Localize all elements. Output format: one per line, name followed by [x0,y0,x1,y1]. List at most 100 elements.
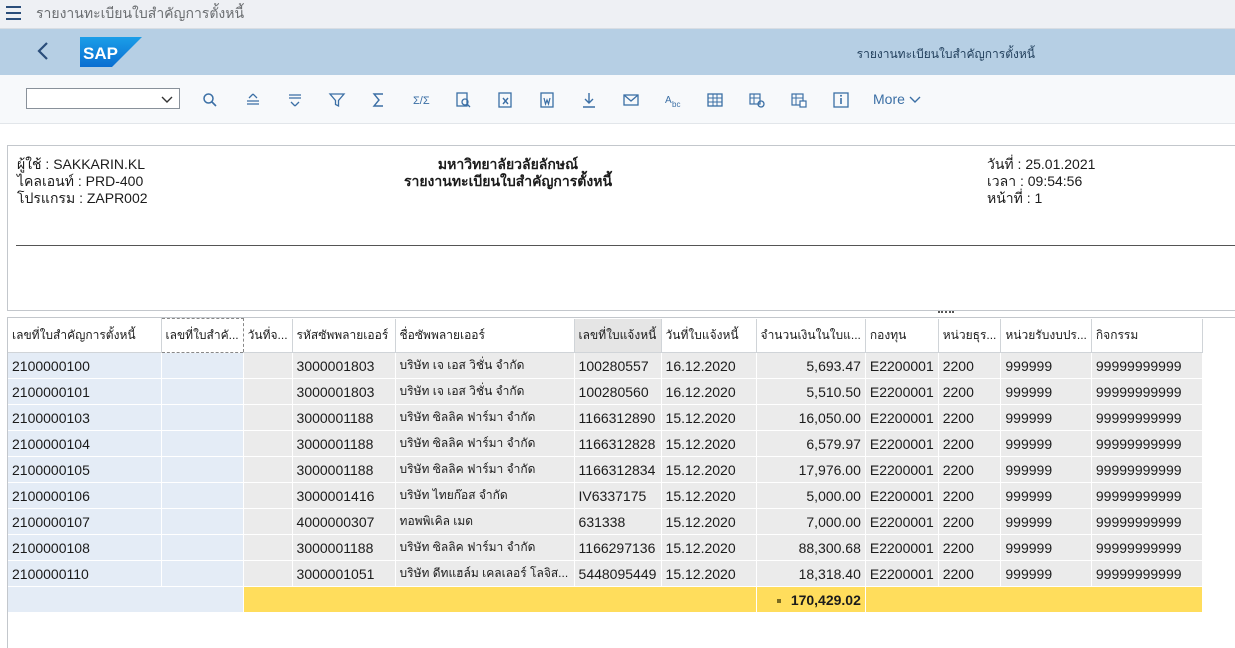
info-icon[interactable] [831,90,851,110]
table-cell[interactable]: E2200001 [865,482,939,509]
table-cell[interactable]: 16.12.2020 [661,352,757,379]
table-cell[interactable]: E2200001 [865,456,939,483]
table-cell[interactable]: 2100000105 [8,456,162,483]
table-cell[interactable]: 5,000.00 [756,482,866,509]
table-row[interactable]: 2100000108 3000001188 บริษัท ซิลลิค ฟาร์มา… [8,534,1203,561]
column-header[interactable]: เลขที่ใบสำคัญการตั้งหนี้ [8,318,162,353]
table-cell[interactable]: 2100000101 [8,378,162,405]
table-cell[interactable]: 5,510.50 [756,378,866,405]
table-row[interactable]: 2100000110 3000001051 บริษัท ดีทแฮล์ม เคลเ… [8,560,1203,587]
table-cell[interactable]: 6,579.97 [756,430,866,457]
table-cell[interactable]: 99999999999 [1091,560,1203,587]
column-header[interactable]: เลขที่ใบแจ้งหนี้ [574,318,662,353]
table-cell[interactable]: บริษัท เจ เอส วิชั่น จำกัด [395,352,575,379]
filter-icon[interactable] [327,90,347,110]
column-header[interactable]: กองทุน [865,318,939,353]
table-cell[interactable]: 3000001188 [292,456,396,483]
table-cell[interactable]: E2200001 [865,404,939,431]
table-cell[interactable] [161,534,244,561]
table-row[interactable]: 2100000107 4000000307 ทอพพิเคิล เมด 631338 1… [8,508,1203,535]
table-cell[interactable]: 2100000104 [8,430,162,457]
sort-descending-icon[interactable] [285,90,305,110]
table-cell[interactable]: 3000001803 [292,352,396,379]
save-layout-icon[interactable] [789,90,809,110]
menu-icon[interactable] [6,6,21,24]
table-cell[interactable]: 2200 [938,456,1002,483]
table-cell[interactable]: 88,300.68 [756,534,866,561]
table-cell[interactable] [243,508,293,535]
table-cell[interactable]: 15.12.2020 [661,508,757,535]
table-cell[interactable]: 99999999999 [1091,456,1203,483]
table-cell[interactable]: 1166297136 [574,534,662,561]
table-cell[interactable]: 3000001188 [292,404,396,431]
table-cell[interactable]: 99999999999 [1091,482,1203,509]
word-export-icon[interactable] [537,90,557,110]
table-cell[interactable]: 16.12.2020 [661,378,757,405]
search-icon[interactable] [200,90,220,110]
table-cell[interactable]: บริษัท ไทยก๊อส จำกัด [395,482,575,509]
table-cell[interactable]: 2200 [938,378,1002,405]
table-cell[interactable]: 16,050.00 [756,404,866,431]
table-cell[interactable]: 3000001188 [292,534,396,561]
table-cell[interactable] [243,534,293,561]
table-cell[interactable]: บริษัท ซิลลิค ฟาร์มา จำกัด [395,404,575,431]
table-cell[interactable]: บริษัท ดีทแฮล์ม เคลเลอร์ โลจิส... [395,560,575,587]
table-cell[interactable]: 99999999999 [1091,534,1203,561]
table-cell[interactable] [243,404,293,431]
table-cell[interactable]: E2200001 [865,560,939,587]
layout-settings-icon[interactable] [747,90,767,110]
table-cell[interactable]: 1166312834 [574,456,662,483]
table-cell[interactable]: 99999999999 [1091,378,1203,405]
table-cell[interactable]: 15.12.2020 [661,430,757,457]
sum-icon[interactable] [369,90,389,110]
table-cell[interactable]: 3000001416 [292,482,396,509]
table-cell[interactable]: 3000001188 [292,430,396,457]
table-row[interactable]: 2100000101 3000001803 บริษัท เจ เอส วิชั่น… [8,378,1203,405]
column-header[interactable]: กิจกรรม [1091,318,1203,353]
table-cell[interactable]: 100280560 [574,378,662,405]
table-cell[interactable]: E2200001 [865,378,939,405]
back-icon[interactable] [36,41,50,61]
column-header[interactable]: เลขที่ใบสำคั... [160,318,244,353]
table-row[interactable]: 2100000104 3000001188 บริษัท ซิลลิค ฟาร์มา… [8,430,1203,457]
table-cell[interactable]: 2200 [938,534,1002,561]
sort-ascending-icon[interactable] [243,90,263,110]
table-cell[interactable] [243,482,293,509]
table-cell[interactable]: 2100000100 [8,352,162,379]
table-cell[interactable] [161,352,244,379]
download-icon[interactable] [579,90,599,110]
table-cell[interactable]: 15.12.2020 [661,534,757,561]
table-cell[interactable] [161,378,244,405]
column-header[interactable]: ชื่อซัพพลายเออร์ [395,318,575,353]
column-header[interactable]: จำนวนเงินในใบแ... [756,318,866,353]
table-cell[interactable]: 999999 [1000,378,1092,405]
table-cell[interactable]: 999999 [1000,430,1092,457]
column-header[interactable]: หน่วยธุร... [938,318,1002,353]
column-header[interactable]: หน่วยรับงบปร... [1000,318,1092,353]
table-cell[interactable] [243,456,293,483]
column-header[interactable]: รหัสซัพพลายเออร์ [292,318,396,353]
table-cell[interactable]: บริษัท ซิลลิค ฟาร์มา จำกัด [395,456,575,483]
table-cell[interactable] [243,352,293,379]
table-row[interactable]: 2100000100 3000001803 บริษัท เจ เอส วิชั่น… [8,352,1203,379]
table-cell[interactable]: 1166312890 [574,404,662,431]
layout-select[interactable] [26,88,180,109]
table-cell[interactable]: 2200 [938,352,1002,379]
table-cell[interactable]: 5,693.47 [756,352,866,379]
table-cell[interactable]: 2100000103 [8,404,162,431]
more-button[interactable]: More [873,91,921,107]
table-cell[interactable]: 15.12.2020 [661,456,757,483]
table-cell[interactable]: 15.12.2020 [661,482,757,509]
table-cell[interactable]: 99999999999 [1091,404,1203,431]
table-cell[interactable] [161,508,244,535]
table-cell[interactable] [161,560,244,587]
table-cell[interactable]: 999999 [1000,560,1092,587]
table-cell[interactable]: 7,000.00 [756,508,866,535]
table-cell[interactable]: E2200001 [865,430,939,457]
table-cell[interactable]: 2200 [938,508,1002,535]
table-cell[interactable]: 999999 [1000,482,1092,509]
table-cell[interactable]: 99999999999 [1091,430,1203,457]
mail-icon[interactable] [621,90,641,110]
table-cell[interactable] [243,560,293,587]
abc-analysis-icon[interactable]: Abc [663,90,683,110]
